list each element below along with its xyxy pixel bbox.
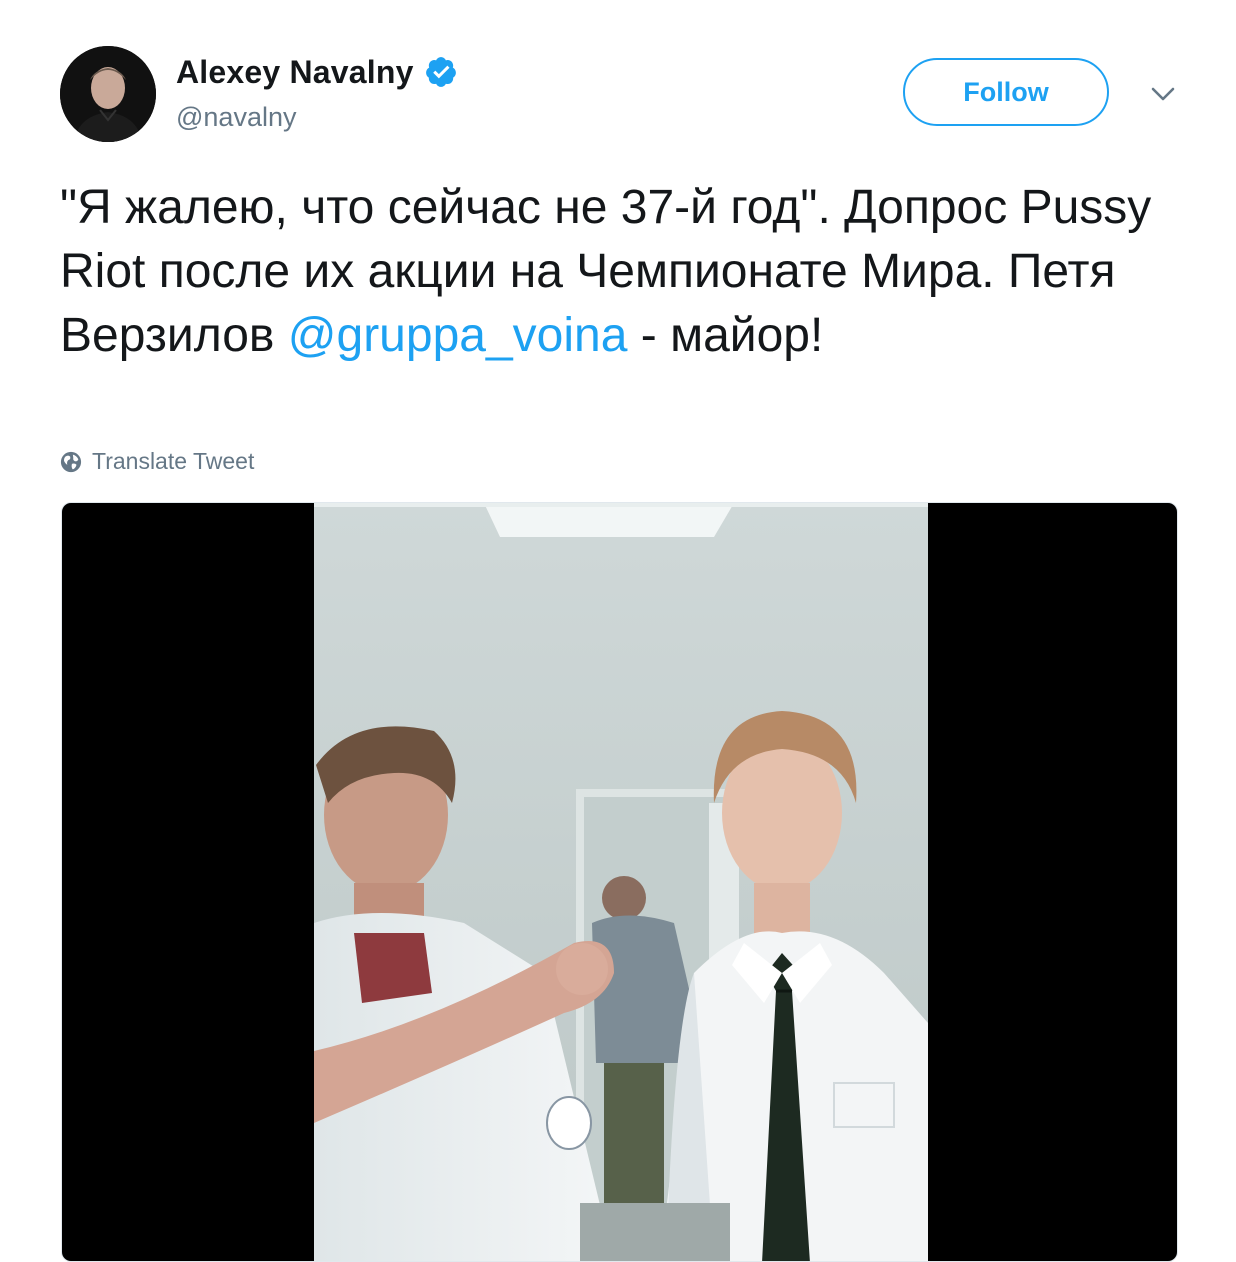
author-name-row: Alexey Navalny (176, 50, 458, 94)
tweet-text-part2: - майор! (627, 309, 824, 362)
chevron-down-icon[interactable] (1146, 80, 1180, 108)
translate-tweet-link[interactable]: Translate Tweet (60, 448, 254, 475)
translate-label: Translate Tweet (92, 448, 255, 474)
tweet-card: Alexey Navalny @navalny Follow "Я жалею,… (0, 0, 1236, 1262)
follow-button[interactable]: Follow (903, 58, 1109, 126)
video-still-image (314, 503, 928, 1261)
video-player[interactable] (61, 502, 1178, 1262)
verified-badge-icon (425, 57, 456, 87)
video-thumbnail (314, 503, 928, 1261)
author-display-name[interactable]: Alexey Navalny (176, 54, 414, 91)
globe-icon (60, 451, 82, 472)
profile-photo-icon (60, 46, 156, 142)
mention-link[interactable]: @gruppa_voina (288, 309, 628, 362)
author-handle[interactable]: @navalny (176, 102, 296, 133)
tweet-text: "Я жалею, что сейчас не 37-й год". Допро… (60, 176, 1190, 368)
avatar[interactable] (60, 46, 156, 142)
